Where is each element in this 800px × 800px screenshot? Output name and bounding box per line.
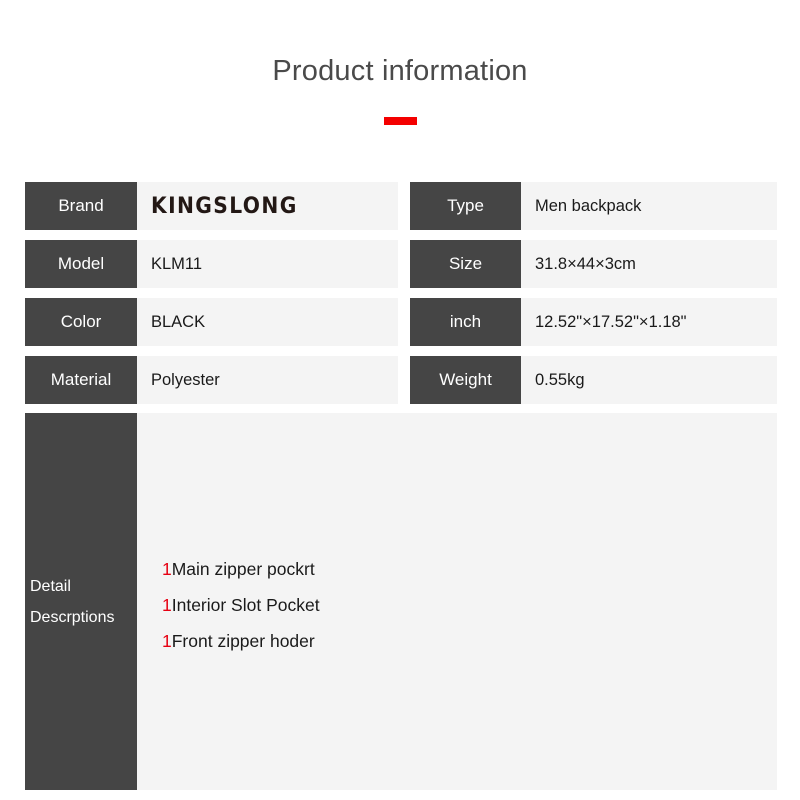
spec-label-inch: inch [410, 298, 521, 346]
spec-cell-material: Material Polyester [25, 356, 398, 404]
column-gap [398, 356, 410, 404]
table-row: Model KLM11 Size 31.8×44×3cm [25, 240, 777, 288]
page-title: Product information [272, 55, 528, 87]
detail-label-line-2: Descrptions [30, 608, 115, 626]
spec-cell-model: Model KLM11 [25, 240, 398, 288]
spec-value-material: Polyester [137, 356, 398, 404]
spec-label-weight: Weight [410, 356, 521, 404]
column-gap [398, 182, 410, 230]
list-item: 1Interior Slot Pocket [162, 587, 662, 623]
title-underline-rule [384, 117, 417, 125]
spec-value-inch: 12.52"×17.52"×1.18" [521, 298, 777, 346]
spec-cell-brand: Brand KINGSLONG [25, 182, 398, 230]
page-header: Product information [0, 0, 800, 170]
detail-item-qty: 1 [162, 631, 172, 651]
list-item: 1Main zipper pockrt [162, 551, 662, 587]
spec-cell-weight: Weight 0.55kg [410, 356, 777, 404]
spec-label-size: Size [410, 240, 521, 288]
spec-label-color: Color [25, 298, 137, 346]
spec-value-model: KLM11 [137, 240, 398, 288]
table-row: Color BLACK inch 12.52"×17.52"×1.18" [25, 298, 777, 346]
detail-items-list: 1Main zipper pockrt 1Interior Slot Pocke… [162, 551, 662, 659]
detail-item-qty: 1 [162, 595, 172, 615]
detail-item-qty: 1 [162, 559, 172, 579]
detail-item-text: Main zipper pockrt [171, 559, 315, 579]
spec-value-color: BLACK [137, 298, 398, 346]
spec-table: Brand KINGSLONG Type Men backpack Model … [25, 182, 777, 404]
column-gap [398, 240, 410, 288]
spec-cell-color: Color BLACK [25, 298, 398, 346]
table-row: Brand KINGSLONG Type Men backpack [25, 182, 777, 230]
spec-label-type: Type [410, 182, 521, 230]
kingslong-logo: KINGSLONG [151, 193, 298, 219]
column-gap [398, 298, 410, 346]
detail-label-line-1: Detail [30, 577, 71, 595]
detail-item-text: Front zipper hoder [171, 631, 315, 651]
spec-value-type: Men backpack [521, 182, 777, 230]
list-item: 1Front zipper hoder [162, 623, 662, 659]
spec-value-size: 31.8×44×3cm [521, 240, 777, 288]
detail-item-text: Interior Slot Pocket [171, 595, 320, 615]
detail-descriptions-body: 1Main zipper pockrt 1Interior Slot Pocke… [137, 413, 777, 790]
spec-cell-type: Type Men backpack [410, 182, 777, 230]
spec-label-material: Material [25, 356, 137, 404]
spec-label-brand: Brand [25, 182, 137, 230]
spec-value-weight: 0.55kg [521, 356, 777, 404]
detail-descriptions-label: Detail Descrptions [25, 413, 137, 790]
table-row: Material Polyester Weight 0.55kg [25, 356, 777, 404]
spec-cell-size: Size 31.8×44×3cm [410, 240, 777, 288]
spec-cell-inch: inch 12.52"×17.52"×1.18" [410, 298, 777, 346]
spec-value-brand: KINGSLONG [137, 182, 398, 230]
detail-descriptions-section: Detail Descrptions 1Main zipper pockrt 1… [25, 413, 777, 790]
spec-label-model: Model [25, 240, 137, 288]
